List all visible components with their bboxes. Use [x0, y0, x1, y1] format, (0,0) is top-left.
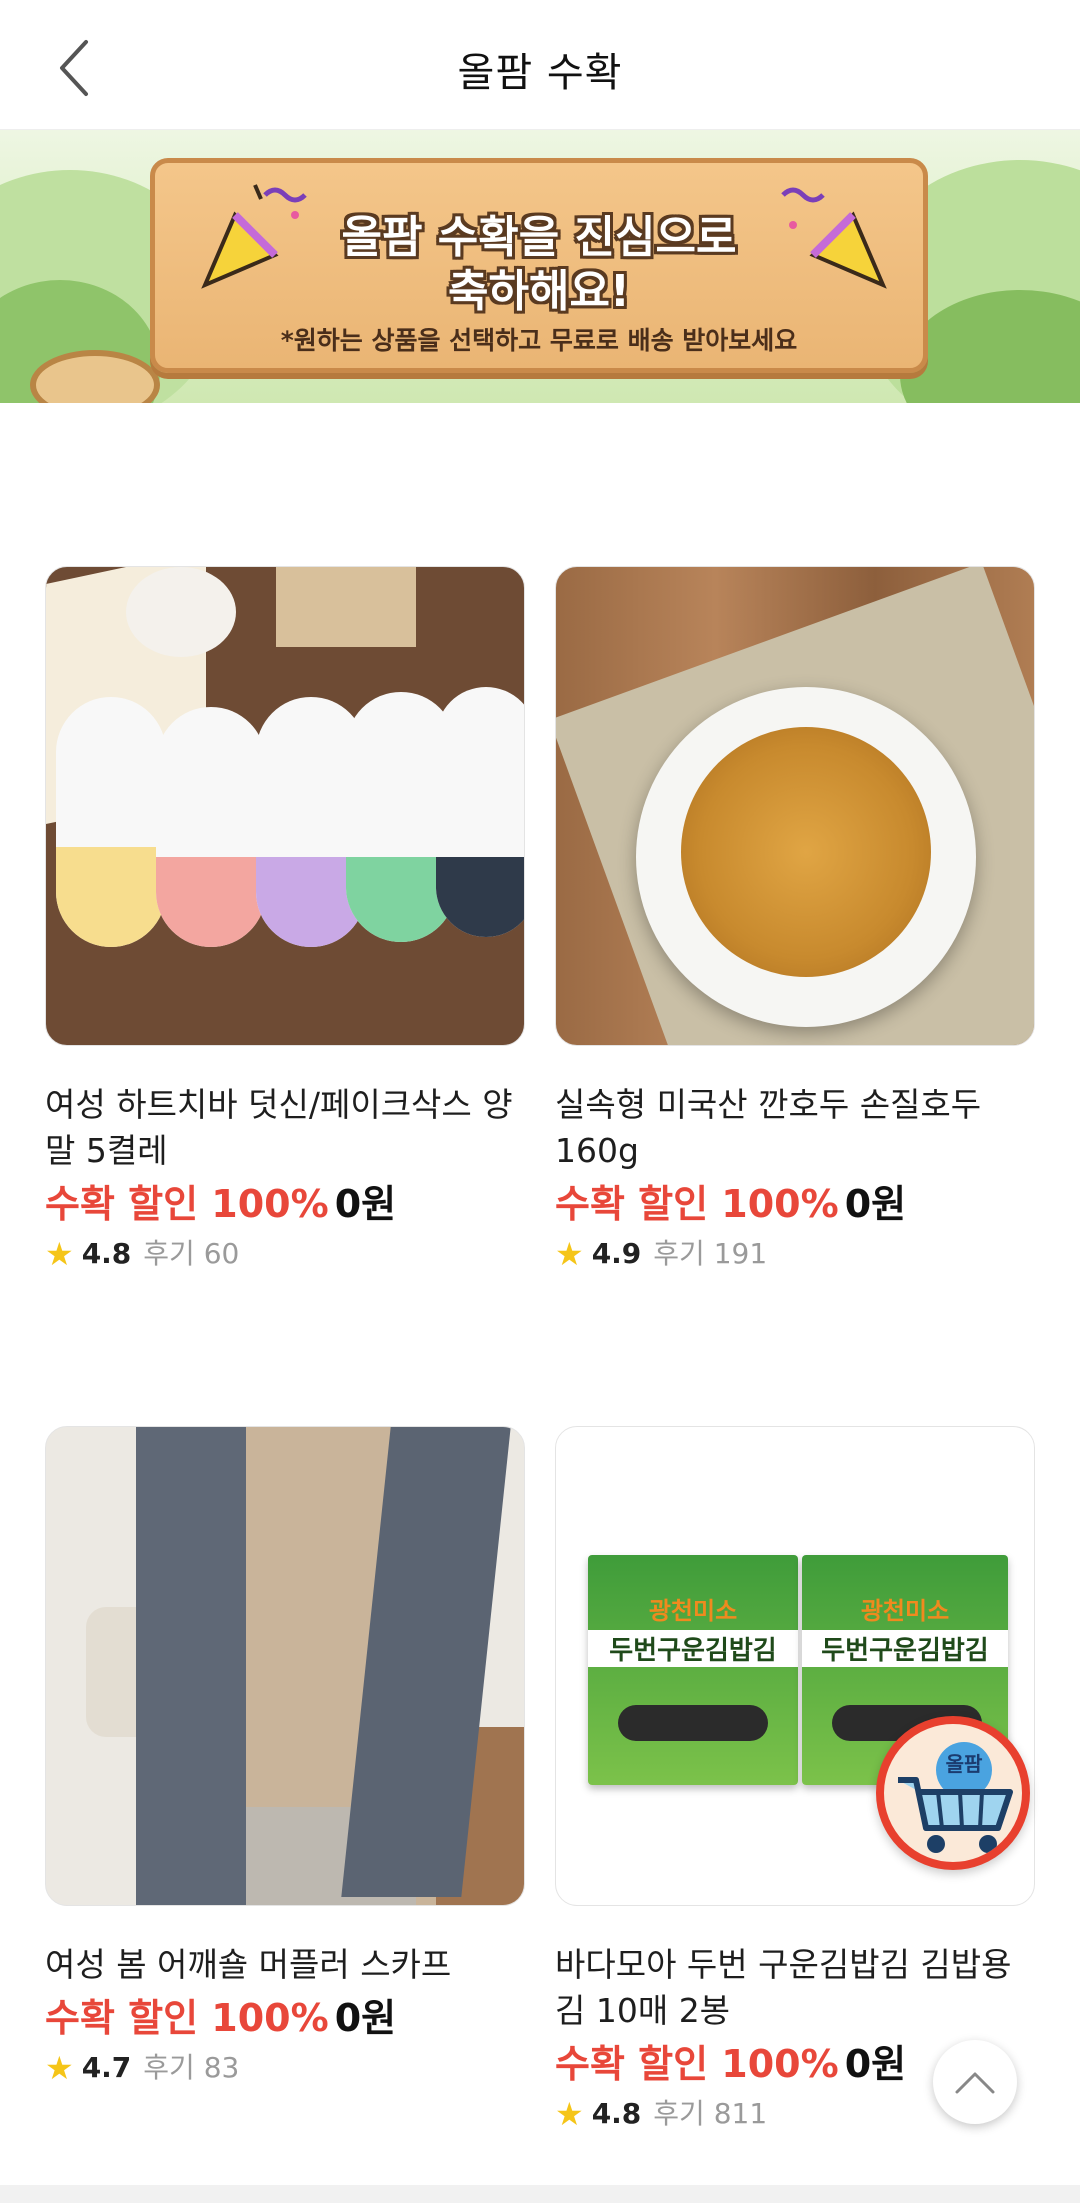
wooden-sign: 올팜 수확을 진심으로 축하해요! *원하는 상품을 선택하고 무료로 배송 받…: [150, 158, 928, 373]
banner-subtitle: *원하는 상품을 선택하고 무료로 배송 받아보세요: [280, 326, 798, 355]
product-name[interactable]: 실속형 미국산 깐호두 손질호두 160g: [555, 1082, 1035, 1174]
star-icon: ★: [45, 2049, 74, 2087]
chevron-up-icon: [955, 2072, 995, 2094]
rating-score: 4.7: [81, 2051, 132, 2084]
product-image-scarf[interactable]: [45, 1426, 525, 1906]
discount-label: 수확 할인 100%: [555, 1182, 839, 1226]
app-header: 올팜 수확: [0, 0, 1080, 130]
package-brand: 광천미소: [860, 1597, 950, 1625]
product-name[interactable]: 여성 하트치바 덧신/페이크삭스 양말 5켤레: [45, 1082, 525, 1174]
product-card[interactable]: 여성 봄 어깨숄 머플러 스카프 수확 할인 100% 0원 ★ 4.7 후기 8…: [45, 1426, 525, 2088]
price: 0원: [844, 1182, 907, 1226]
rating-row: ★ 4.7 후기 83: [45, 2048, 525, 2088]
package-title: 두번구운김밥김: [588, 1630, 798, 1667]
price-row: 수확 할인 100% 0원: [45, 1178, 525, 1230]
discount-label: 수확 할인 100%: [45, 1996, 329, 2040]
rating-row: ★ 4.8 후기 60: [45, 1234, 525, 1274]
page-title: 올팜 수확: [457, 50, 623, 96]
product-name[interactable]: 바다모아 두번 구운김밥김 김밥용김 10매 2봉: [555, 1942, 1035, 2034]
harvest-banner: 올팜 수확을 진심으로 축하해요! *원하는 상품을 선택하고 무료로 배송 받…: [0, 130, 1080, 403]
product-image-socks[interactable]: [45, 566, 525, 1046]
product-name[interactable]: 여성 봄 어깨숄 머플러 스카프: [45, 1942, 525, 1988]
review-count: 후기 811: [653, 2097, 768, 2130]
package-brand: 광천미소: [648, 1597, 738, 1625]
product-card[interactable]: 실속형 미국산 깐호두 손질호두 160g 수확 할인 100% 0원 ★ 4.9…: [555, 566, 1035, 1274]
product-card[interactable]: 여성 하트치바 덧신/페이크삭스 양말 5켤레 수확 할인 100% 0원 ★ 4…: [45, 566, 525, 1274]
rating-score: 4.8: [591, 2097, 642, 2130]
discount-label: 수확 할인 100%: [45, 1182, 329, 1226]
rating-score: 4.9: [591, 1237, 642, 1270]
allfarm-cart-button[interactable]: 올팜: [876, 1716, 1030, 1870]
review-count: 후기 191: [653, 1237, 768, 1270]
price: 0원: [334, 1182, 397, 1226]
price: 0원: [844, 2042, 907, 2086]
product-image-walnuts[interactable]: [555, 566, 1035, 1046]
shopping-cart-icon: [898, 1777, 1013, 1853]
bottom-divider: [0, 2185, 1080, 2203]
review-count: 후기 83: [143, 2051, 240, 2084]
discount-label: 수확 할인 100%: [555, 2042, 839, 2086]
banner-headline-line2: 축하해요!: [448, 266, 630, 317]
rating-row: ★ 4.9 후기 191: [555, 1234, 1035, 1274]
scroll-to-top-button[interactable]: [933, 2040, 1017, 2124]
price-row: 수확 할인 100% 0원: [555, 1178, 1035, 1230]
rating-score: 4.8: [81, 1237, 132, 1270]
package-title: 두번구운김밥김: [802, 1630, 1008, 1667]
star-icon: ★: [555, 1235, 584, 1273]
price: 0원: [334, 1996, 397, 2040]
review-count: 후기 60: [143, 1237, 240, 1270]
star-icon: ★: [555, 2095, 584, 2133]
star-icon: ★: [45, 1235, 74, 1273]
price-row: 수확 할인 100% 0원: [45, 1992, 525, 2044]
